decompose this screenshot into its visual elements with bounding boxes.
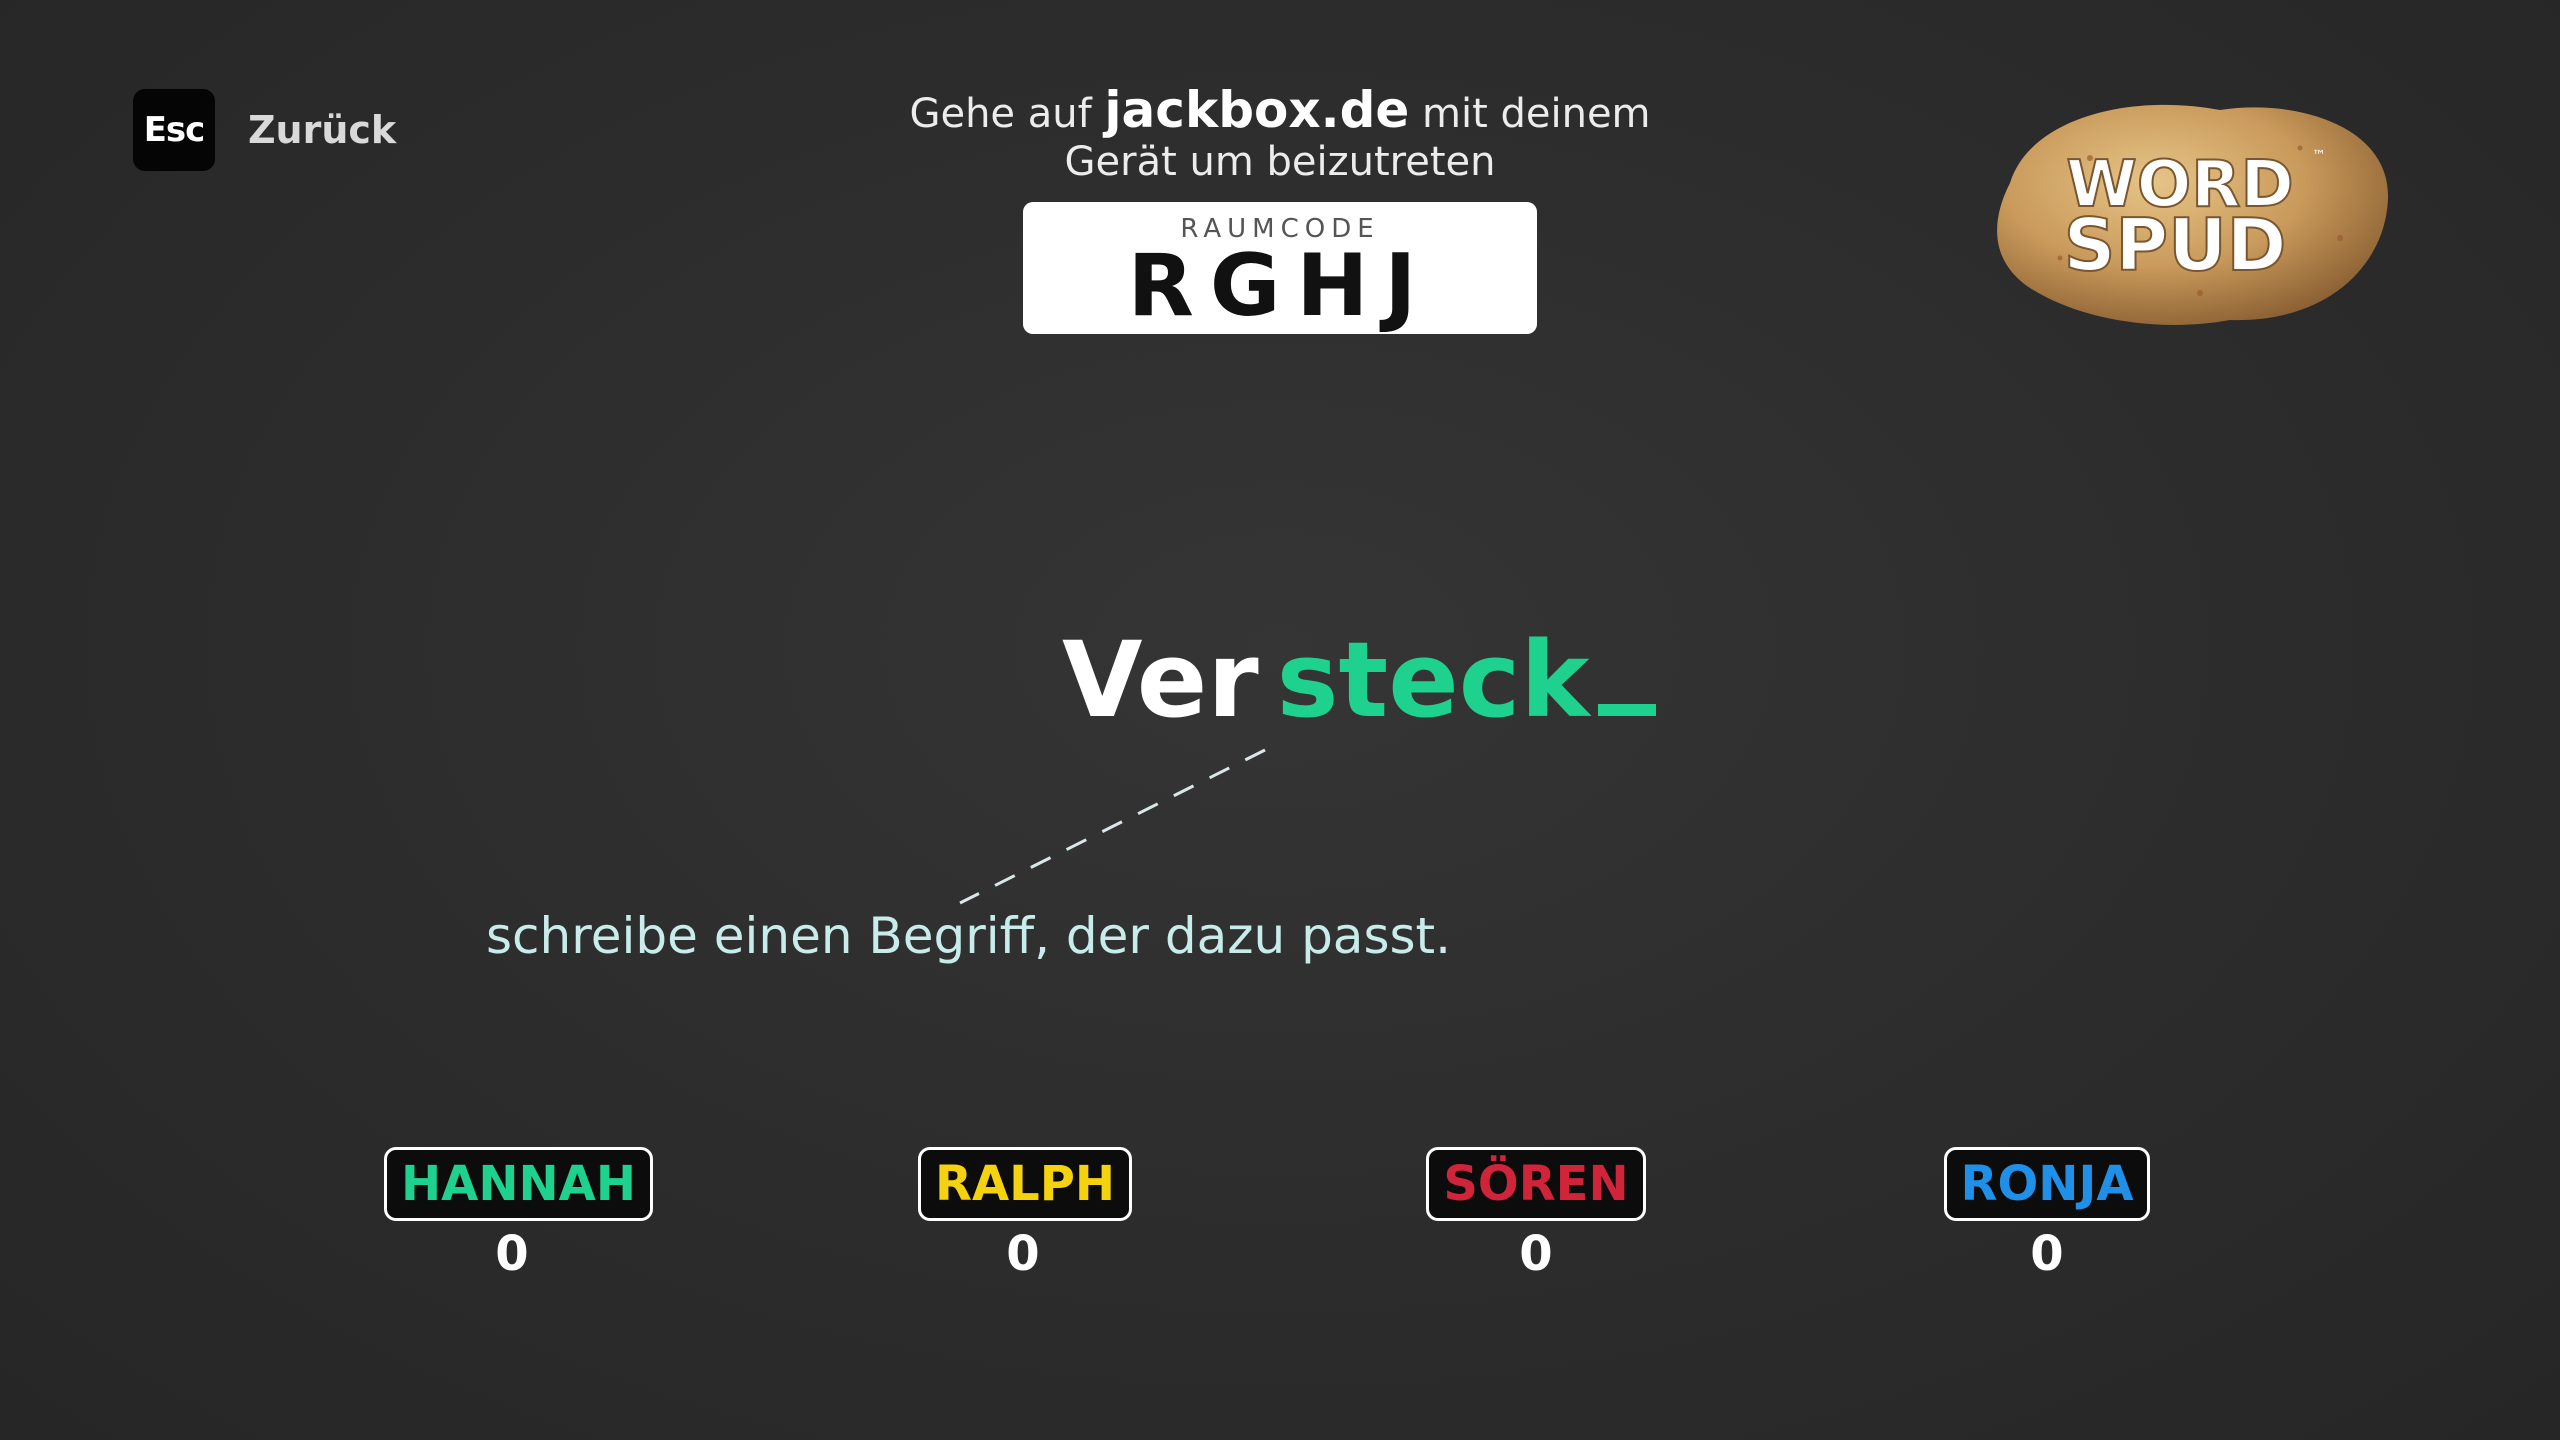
word-prompt: Ver steck bbox=[1062, 620, 1656, 740]
player-card: HANNAH 0 bbox=[384, 1147, 653, 1283]
join-site: jackbox.de bbox=[1104, 81, 1410, 139]
text-cursor bbox=[1597, 704, 1656, 716]
player-card: RALPH 0 bbox=[918, 1147, 1133, 1283]
logo-tm: ™ bbox=[2312, 148, 2326, 164]
back-button[interactable]: Zurück bbox=[248, 106, 396, 154]
room-code: RGHJ bbox=[1127, 236, 1433, 336]
esc-key-icon[interactable]: Esc bbox=[133, 89, 215, 171]
join-instructions: Gehe auf jackbox.de mit deinem Gerät um … bbox=[880, 85, 1680, 186]
game-screen: Esc Zurück Gehe auf jackbox.de mit deine… bbox=[0, 0, 2560, 1440]
word-fixed-part: Ver bbox=[1062, 619, 1259, 741]
player-name: HANNAH bbox=[384, 1147, 653, 1221]
dashed-connector-line bbox=[959, 748, 1266, 905]
join-line2: Gerät um beizutreten bbox=[1064, 139, 1496, 185]
logo-line2: SPUD bbox=[2064, 203, 2287, 287]
player-name: RALPH bbox=[918, 1147, 1133, 1221]
word-spud-logo: WORD SPUD ™ bbox=[1970, 88, 2400, 338]
word-typed-part: steck bbox=[1276, 619, 1590, 741]
player-card: RONJA 0 bbox=[1938, 1147, 2156, 1283]
hint-text: schreibe einen Begriff, der dazu passt. bbox=[486, 907, 1452, 965]
player-name: SÖREN bbox=[1426, 1147, 1646, 1221]
room-code-box: RAUMCODE RGHJ bbox=[1023, 202, 1537, 334]
player-score: 0 bbox=[495, 1226, 529, 1282]
player-name: RONJA bbox=[1943, 1147, 2151, 1221]
player-score: 0 bbox=[1519, 1226, 1553, 1282]
join-prefix: Gehe auf bbox=[909, 91, 1092, 137]
player-card: SÖREN 0 bbox=[1426, 1147, 1646, 1283]
player-score: 0 bbox=[1006, 1226, 1040, 1282]
player-score: 0 bbox=[2030, 1226, 2064, 1282]
potato-logo-icon: WORD SPUD ™ bbox=[1997, 104, 2389, 325]
join-suffix: mit deinem bbox=[1422, 91, 1651, 137]
